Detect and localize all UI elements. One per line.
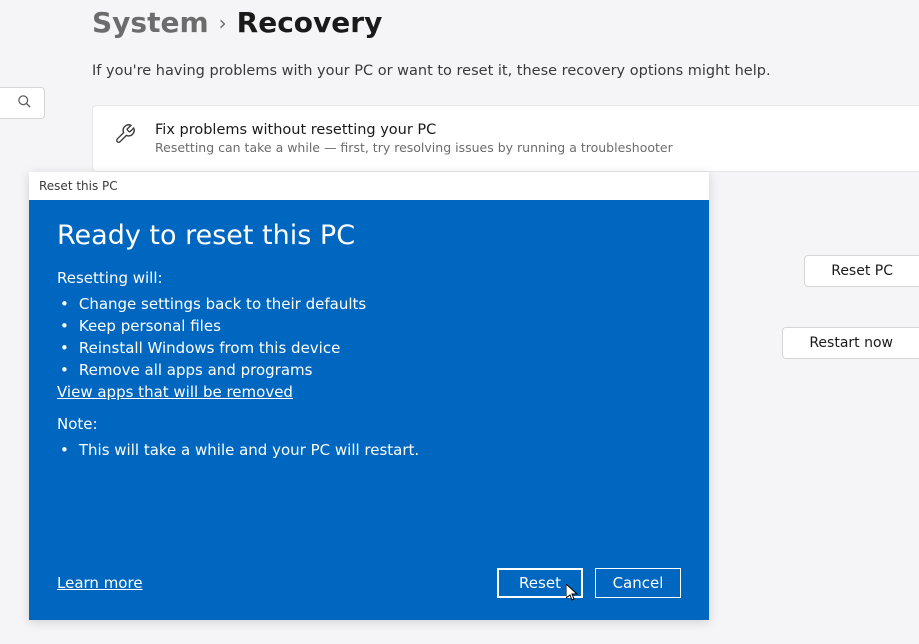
reset-pc-dialog: Reset this PC Ready to reset this PC Res… (29, 172, 709, 620)
page-intro: If you're having problems with your PC o… (0, 39, 919, 79)
reset-actions-list: Change settings back to their defaults K… (57, 293, 681, 381)
dialog-buttons: Reset Cancel (497, 568, 681, 598)
card-content: Fix problems without resetting your PC R… (155, 122, 673, 155)
view-apps-link[interactable]: View apps that will be removed (57, 383, 293, 401)
breadcrumb-parent[interactable]: System (92, 6, 209, 39)
resetting-label: Resetting will: (57, 269, 681, 287)
dialog-footer: Learn more Reset Cancel (57, 568, 681, 598)
reset-button[interactable]: Reset (497, 568, 583, 598)
list-item: Change settings back to their defaults (57, 293, 681, 315)
wrench-icon (113, 122, 137, 146)
cancel-button[interactable]: Cancel (595, 568, 681, 598)
search-icon (17, 94, 32, 113)
chevron-right-icon: › (219, 11, 227, 35)
settings-page: System › Recovery If you're having probl… (0, 0, 919, 172)
list-item: This will take a while and your PC will … (57, 439, 681, 461)
breadcrumb: System › Recovery (0, 0, 919, 39)
list-item: Remove all apps and programs (57, 359, 681, 381)
reset-pc-button[interactable]: Reset PC (804, 255, 919, 287)
fix-problems-card[interactable]: Fix problems without resetting your PC R… (92, 105, 919, 172)
note-label: Note: (57, 415, 681, 433)
card-title: Fix problems without resetting your PC (155, 122, 673, 138)
list-item: Keep personal files (57, 315, 681, 337)
learn-more-link[interactable]: Learn more (57, 574, 143, 592)
card-subtitle: Resetting can take a while — first, try … (155, 140, 673, 155)
search-input[interactable] (0, 87, 45, 119)
note-list: This will take a while and your PC will … (57, 439, 681, 461)
restart-now-button[interactable]: Restart now (782, 327, 919, 359)
dialog-heading: Ready to reset this PC (57, 220, 681, 251)
list-item: Reinstall Windows from this device (57, 337, 681, 359)
breadcrumb-current: Recovery (237, 6, 383, 39)
note-section: Note: This will take a while and your PC… (57, 415, 681, 461)
dialog-titlebar: Reset this PC (29, 172, 709, 200)
dialog-body: Ready to reset this PC Resetting will: C… (29, 200, 709, 620)
